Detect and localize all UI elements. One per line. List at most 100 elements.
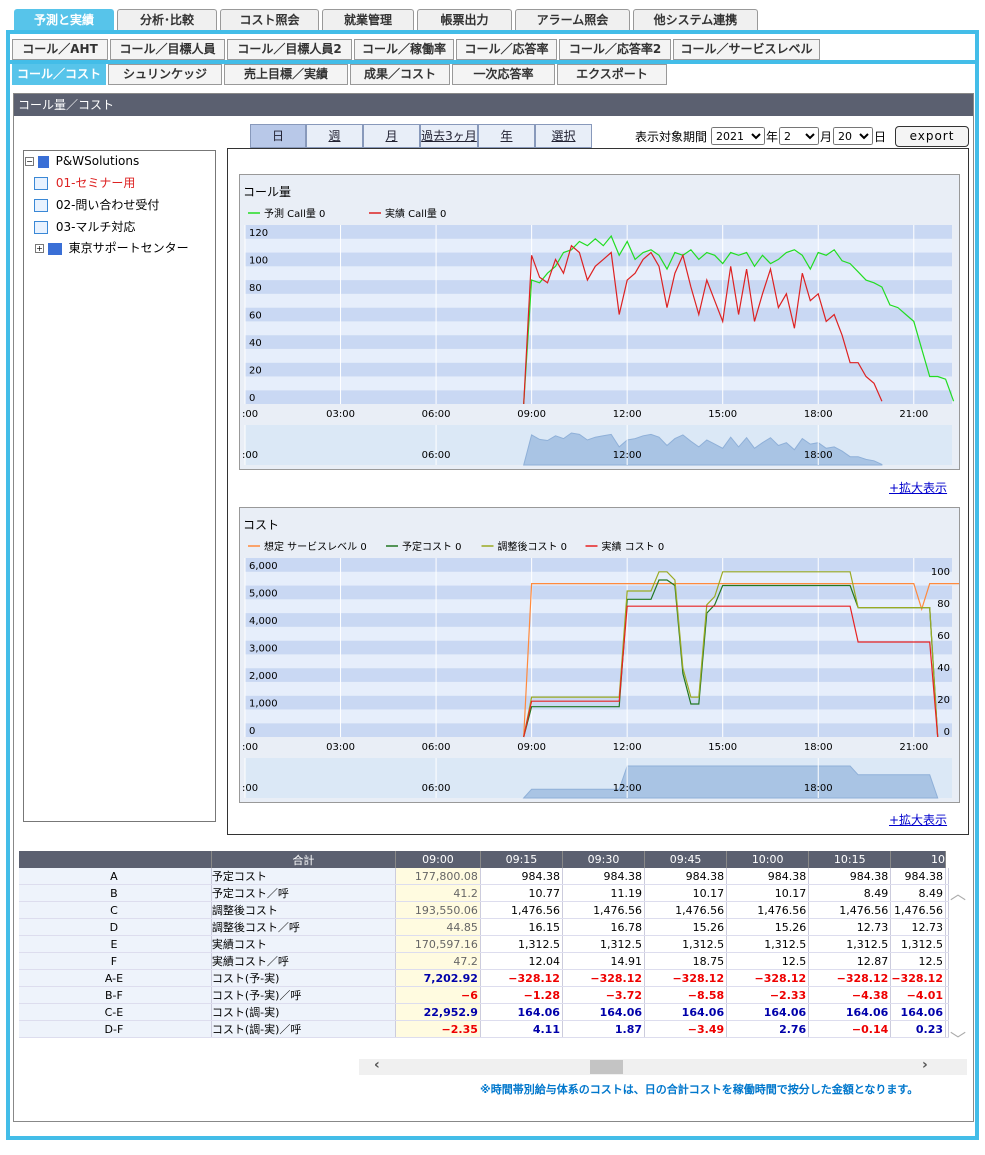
tab-cost[interactable]: コスト照会 [220, 9, 319, 30]
subtab-sales-target[interactable]: 売上目標／実績 [224, 64, 348, 85]
grid-band [245, 723, 952, 737]
row-label: 予定コスト [211, 868, 397, 885]
y-tick-label: 0 [249, 726, 255, 737]
subtab-call-service-level[interactable]: コール／サービスレベル [673, 39, 820, 60]
zoom-link-call[interactable]: +拡大表示 [889, 479, 947, 496]
tab-attendance[interactable]: 就業管理 [322, 9, 414, 30]
subtab-shrinkage[interactable]: シュリンケッジ [108, 64, 222, 85]
building-icon [37, 155, 49, 168]
row-value-clipped [945, 901, 949, 919]
grid-band [245, 390, 952, 404]
subtab-call-answer-rate2[interactable]: コール／応答率2 [559, 39, 671, 60]
period-tab-week[interactable]: 週 [306, 124, 363, 148]
grid-band [245, 321, 952, 336]
row-value: 12.73 [808, 918, 892, 936]
period-tab-day[interactable]: 日 [250, 124, 306, 148]
row-value-clipped [945, 1020, 949, 1038]
row-code: D [19, 918, 212, 936]
scroll-down-icon[interactable]: ﹀ [950, 1026, 966, 1050]
y-tick-label: 5,000 [249, 588, 278, 599]
y2-tick-label: 40 [937, 663, 950, 674]
call-volume-chart-box: コール量 :00 03:00 06:00 09:00 12:00 15:00 18:00 21… [239, 174, 960, 470]
row-value: 1,312.5 [644, 935, 728, 953]
year-select[interactable]: 2021 [711, 127, 766, 145]
y-tick-label: 4,000 [249, 616, 278, 627]
row-value: −328.12 [726, 969, 810, 987]
month-select[interactable]: 2 [779, 127, 820, 145]
subtab-call-target2[interactable]: コール／目標人員2 [227, 39, 352, 60]
y-tick-label: 3,000 [249, 643, 278, 654]
scroll-up-icon[interactable]: ︿ [950, 880, 966, 904]
row-value-clipped [945, 1003, 949, 1021]
table-row: A-E コスト(予-実) 7,202.92 −328.12 −328.12 −328.12… [19, 969, 949, 987]
tab-reports[interactable]: 帳票出力 [417, 9, 512, 30]
row-value: 1,312.5 [480, 935, 563, 953]
row-value: −2.33 [726, 986, 810, 1004]
scroll-right-icon[interactable]: › [922, 1057, 928, 1073]
row-value: 1,312.5 [890, 935, 946, 953]
period-tab-month[interactable]: 月 [363, 124, 420, 148]
tree-item-label: 03-マルチ対応 [55, 220, 136, 234]
row-value: 984.38 [480, 868, 563, 885]
subtab-first-response[interactable]: 一次応答率 [452, 64, 555, 85]
row-value: 1,312.5 [562, 935, 646, 953]
y-tick-label: 1,000 [249, 698, 278, 709]
subtab-result-cost[interactable]: 成果／コスト [350, 64, 450, 85]
day-select[interactable]: 20 [833, 127, 874, 145]
tree-group[interactable]: + 東京サポートセンター [35, 239, 189, 256]
subtab-call-target[interactable]: コール／目標人員 [110, 39, 225, 60]
y2-tick-label: 80 [937, 599, 950, 610]
grid-band [245, 558, 952, 572]
row-total: −2.35 [395, 1020, 481, 1038]
row-code: C [19, 901, 212, 919]
row-value: −328.12 [562, 969, 646, 987]
navigator-tick: :00 [242, 450, 258, 461]
navigator-tick: 18:00 [804, 450, 833, 461]
app-root: 予測と実績 分析･比較 コスト照会 就業管理 帳票出力 アラーム照会 他システム… [0, 0, 985, 1155]
period-tab-select[interactable]: 選択 [535, 124, 592, 148]
row-value: 1,476.56 [562, 901, 646, 919]
subtab-call-utilization[interactable]: コール／稼働率 [354, 39, 454, 60]
horizontal-scrollbar[interactable]: ‹ › [359, 1057, 967, 1075]
tab-alarm[interactable]: アラーム照会 [515, 9, 630, 30]
cost-chart[interactable]: :00 03:00 06:00 09:00 12:00 15:00 18:00 21:00 0 1… [240, 508, 959, 802]
scroll-left-icon[interactable]: ‹ [374, 1057, 380, 1073]
period-tab-3months[interactable]: 過去3ヶ月 [420, 124, 478, 148]
table-row: B 予定コスト／呼 41.2 10.77 11.19 10.17 10.17 8.49 8.49 [19, 884, 949, 902]
y-tick-label: 120 [249, 228, 268, 239]
subtab-call-cost[interactable]: コール／コスト [12, 64, 106, 85]
tree-item-01[interactable]: 01-セミナー用 [34, 174, 135, 191]
zoom-link-cost[interactable]: +拡大表示 [889, 811, 947, 828]
call-volume-chart[interactable]: :00 03:00 06:00 09:00 12:00 15:00 18:00 21:00 0 2… [240, 175, 959, 469]
row-value: −3.72 [562, 986, 646, 1004]
month-unit: 月 [820, 129, 833, 144]
row-code: D-F [19, 1020, 212, 1038]
period-tab-year[interactable]: 年 [478, 124, 535, 148]
row-value: −8.58 [644, 986, 728, 1004]
row-total: 41.2 [395, 884, 481, 902]
row-total: 170,597.16 [395, 935, 481, 953]
scrollbar-thumb[interactable] [590, 1060, 623, 1074]
export-button[interactable]: export [895, 126, 969, 147]
subtab-call-aht[interactable]: コール／AHT [12, 39, 108, 60]
expand-icon[interactable]: + [35, 244, 44, 253]
row-value: 1,476.56 [890, 901, 946, 919]
tree-item-02[interactable]: 02-問い合わせ受付 [34, 196, 159, 213]
chart-area: コール量 :00 03:00 06:00 09:00 12:00 15:00 18:00 21… [227, 148, 969, 835]
row-value: 0.23 [890, 1020, 946, 1038]
y2-tick-label: 0 [944, 727, 950, 738]
subtab-call-answer-rate[interactable]: コール／応答率 [456, 39, 557, 60]
tree-root[interactable]: − P&WSolutions [25, 154, 139, 168]
row-total: 22,952.9 [395, 1003, 481, 1021]
tree-item-03[interactable]: 03-マルチ対応 [34, 218, 135, 235]
table-row: D-F コスト(調-実)／呼 −2.35 4.11 1.87 −3.49 2.76 −0.14… [19, 1020, 949, 1038]
row-total: 7,202.92 [395, 969, 481, 987]
row-value: 2.76 [726, 1020, 810, 1038]
table-row: A 予定コスト 177,800.08 984.38 984.38 984.38 984.38… [19, 868, 949, 885]
tab-forecast-actual[interactable]: 予測と実績 [14, 9, 114, 30]
tab-analysis[interactable]: 分析･比較 [117, 9, 217, 30]
subtab-export[interactable]: エクスポート [557, 64, 667, 85]
x-tick-label: :00 [242, 742, 258, 753]
tab-external[interactable]: 他システム連携 [633, 9, 758, 30]
collapse-icon[interactable]: − [25, 157, 34, 166]
